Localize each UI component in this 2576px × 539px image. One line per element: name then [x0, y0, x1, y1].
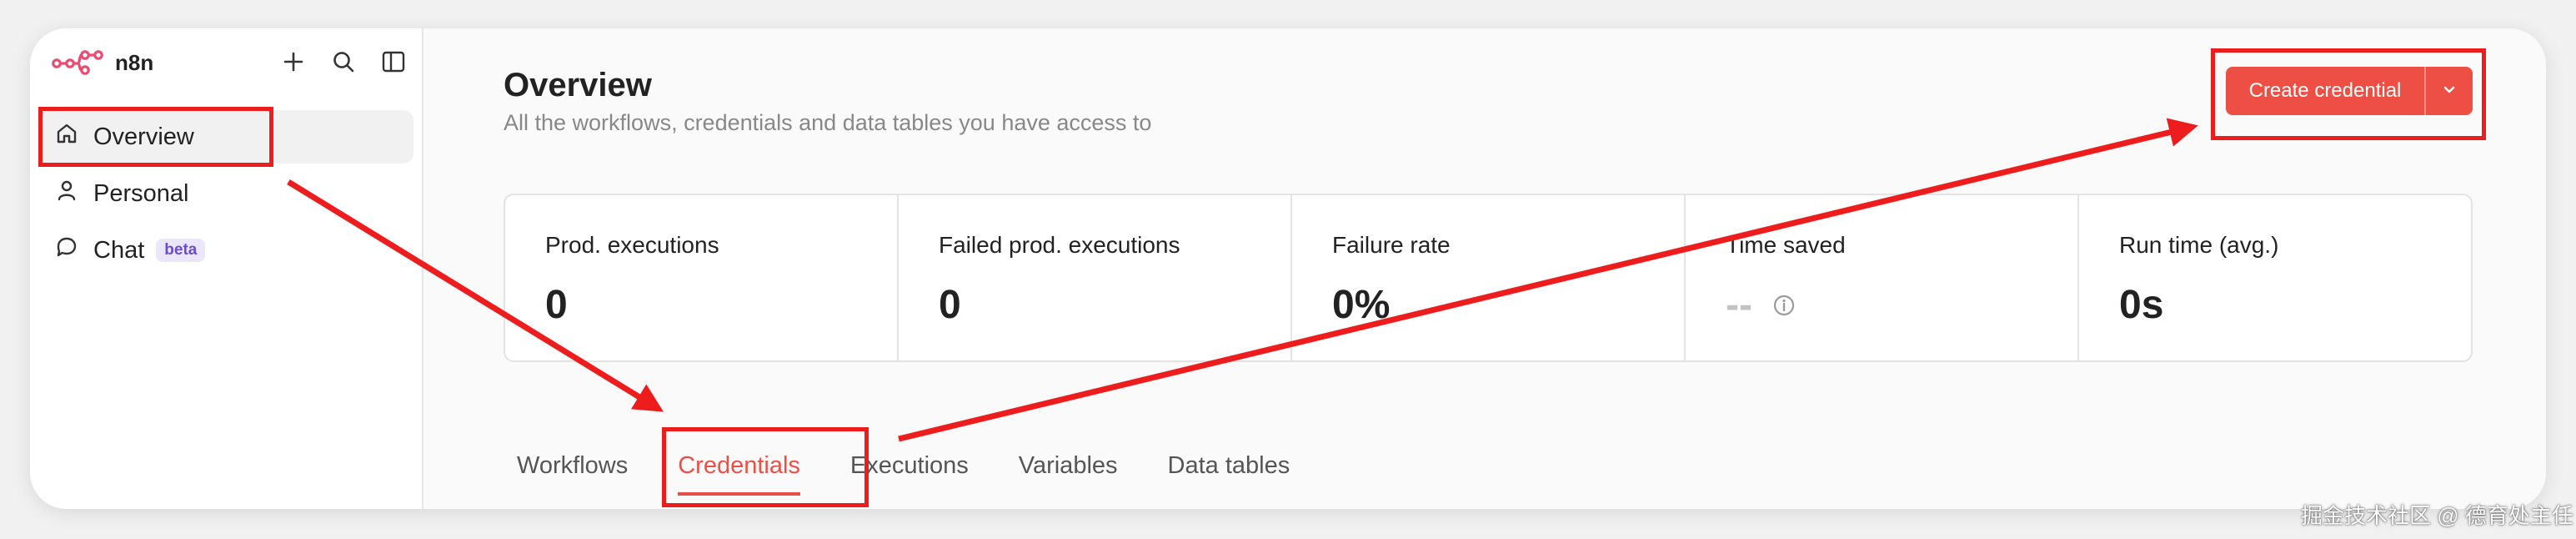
- search-icon[interactable]: [328, 47, 358, 77]
- stat-label: Run time (avg.): [2119, 232, 2279, 258]
- plus-icon[interactable]: [278, 47, 308, 77]
- stat-value: 0s: [2119, 283, 2164, 327]
- stat-label: Time saved: [1726, 232, 1846, 258]
- stat-prod-executions[interactable]: Prod. executions 0: [505, 195, 899, 360]
- annotation-box-overview: [38, 107, 273, 167]
- overview-tabs: Workflows Credentials Executions Variabl…: [517, 452, 1316, 496]
- tab-data-tables[interactable]: Data tables: [1143, 452, 1316, 489]
- stat-value-row: --: [1726, 282, 2077, 328]
- stat-label: Failure rate: [1332, 232, 1451, 258]
- page-title: Overview: [504, 67, 652, 103]
- page-subtitle: All the workflows, credentials and data …: [504, 110, 1152, 135]
- sidebar-toggle-icon[interactable]: [378, 47, 408, 77]
- tab-workflows[interactable]: Workflows: [517, 452, 653, 489]
- sidebar-item-chat[interactable]: Chat beta: [38, 224, 413, 277]
- stat-run-time[interactable]: Run time (avg.) 0s: [2079, 195, 2471, 360]
- stat-value: 0: [545, 283, 568, 327]
- stat-time-saved[interactable]: Time saved --: [1686, 195, 2079, 360]
- chat-icon: [55, 235, 78, 265]
- n8n-logo-icon: [52, 47, 103, 79]
- watermark: 掘金技术社区 @ 德育处主任: [2301, 503, 2573, 528]
- sidebar-item-personal[interactable]: Personal: [38, 167, 413, 220]
- stat-value: 0: [939, 283, 961, 327]
- stat-value: 0%: [1332, 283, 1391, 327]
- insights-summary: Prod. executions 0 Failed prod. executio…: [504, 194, 2473, 362]
- brand[interactable]: n8n: [52, 47, 153, 79]
- app-window: n8n Overview Personal Chat beta Overview…: [30, 28, 2546, 509]
- sidebar-item-label: Personal: [93, 179, 189, 207]
- sidebar-actions: [278, 47, 408, 77]
- stat-failure-rate[interactable]: Failure rate 0%: [1292, 195, 1686, 360]
- user-icon: [55, 179, 78, 209]
- sidebar-item-label: Chat: [93, 236, 145, 264]
- stat-label: Prod. executions: [545, 232, 719, 258]
- annotation-box-credentials: [662, 427, 869, 507]
- stat-failed-prod-executions[interactable]: Failed prod. executions 0: [899, 195, 1292, 360]
- app-name: n8n: [115, 50, 154, 75]
- sidebar: n8n Overview Personal Chat beta: [30, 28, 423, 509]
- stat-value: --: [1726, 283, 1752, 327]
- stat-label: Failed prod. executions: [939, 232, 1180, 258]
- info-icon[interactable]: [1772, 294, 1796, 317]
- annotation-box-create-credential: [2211, 48, 2486, 140]
- beta-badge: beta: [156, 239, 206, 262]
- tab-variables[interactable]: Variables: [994, 452, 1143, 489]
